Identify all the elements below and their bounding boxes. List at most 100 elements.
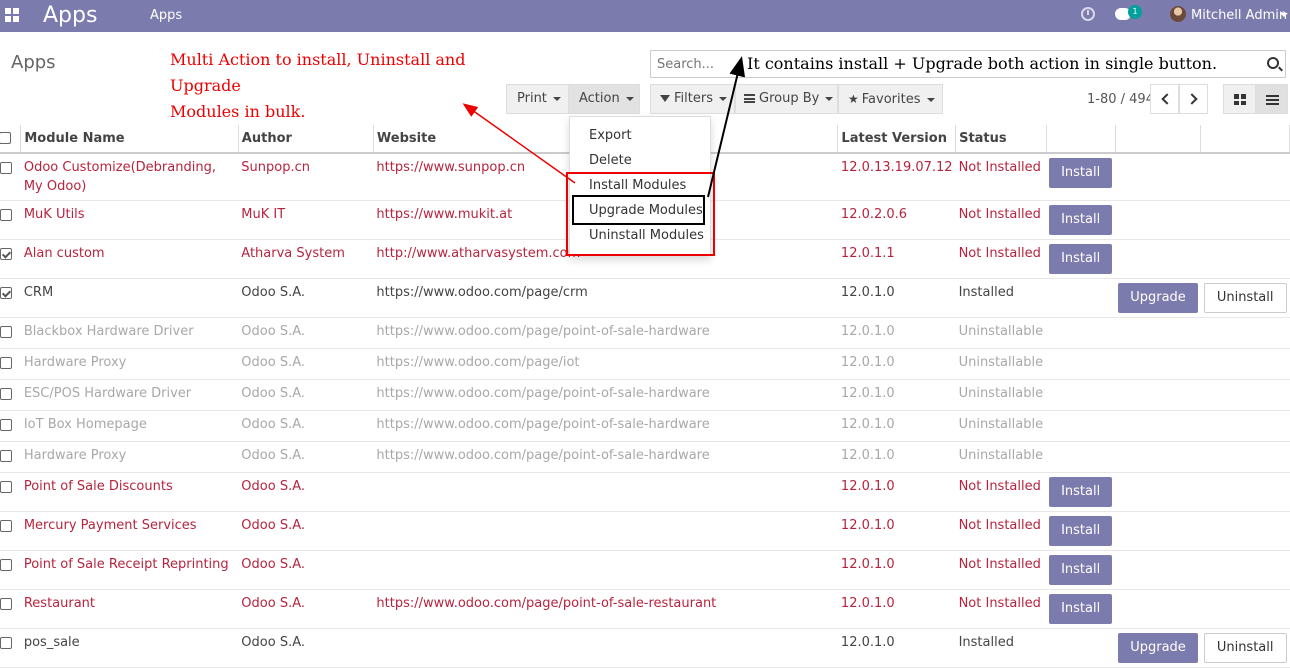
author-cell[interactable]: Odoo S.A. — [238, 472, 374, 512]
module-name-cell[interactable]: Point of Sale Discounts — [20, 472, 239, 512]
module-name-cell[interactable]: Hardware Proxy — [20, 441, 239, 473]
row-select-cell[interactable] — [0, 153, 21, 201]
author-cell[interactable]: Sunpop.cn — [238, 153, 374, 201]
status-cell[interactable]: Uninstallable — [955, 441, 1047, 473]
author-cell[interactable]: Odoo S.A. — [238, 550, 374, 590]
row-checkbox[interactable] — [0, 419, 12, 431]
table-row[interactable]: ESC/POS Hardware Driver Odoo S.A. https://… — [0, 379, 1290, 411]
row-checkbox[interactable] — [0, 388, 12, 400]
user-chevron-down-icon[interactable] — [1280, 13, 1288, 17]
module-name-cell[interactable]: Mercury Payment Services — [20, 511, 239, 551]
version-cell[interactable]: 12.0.1.0 — [837, 472, 956, 512]
version-cell[interactable]: 12.0.1.1 — [837, 239, 956, 279]
list-view-button[interactable] — [1255, 84, 1288, 114]
print-button[interactable]: Print — [506, 84, 569, 114]
apps-grid-icon[interactable] — [5, 8, 19, 22]
module-name-cell[interactable]: IoT Box Homepage — [20, 410, 239, 442]
install-button[interactable]: Install — [1049, 477, 1113, 507]
version-cell[interactable]: 12.0.1.0 — [837, 410, 956, 442]
row-select-cell[interactable] — [0, 200, 21, 240]
uninstall-button[interactable]: Uninstall — [1203, 283, 1287, 313]
status-cell[interactable]: Not Installed — [955, 239, 1047, 279]
module-name-cell[interactable]: Alan custom — [20, 239, 239, 279]
row-select-cell[interactable] — [0, 379, 21, 411]
status-cell[interactable]: Not Installed — [955, 589, 1047, 629]
row-select-cell[interactable] — [0, 239, 21, 279]
module-name-cell[interactable]: pos_sale — [20, 628, 239, 668]
menu-item-delete[interactable]: Delete — [589, 153, 632, 168]
module-name-cell[interactable]: Blackbox Hardware Driver — [20, 317, 239, 349]
install-button[interactable]: Install — [1049, 594, 1113, 624]
author-cell[interactable]: Odoo S.A. — [238, 511, 374, 551]
row-select-cell[interactable] — [0, 348, 21, 380]
row-select-cell[interactable] — [0, 628, 21, 668]
website-cell[interactable]: https://www.odoo.com/page/point-of-sale-… — [373, 410, 838, 442]
table-row[interactable]: CRM Odoo S.A. https://www.odoo.com/page/cr… — [0, 278, 1290, 318]
version-cell[interactable]: 12.0.1.0 — [837, 550, 956, 590]
status-cell[interactable]: Installed — [955, 278, 1047, 318]
version-cell[interactable]: 12.0.1.0 — [837, 278, 956, 318]
app-brand[interactable]: Apps — [43, 3, 97, 28]
author-cell[interactable]: Odoo S.A. — [238, 379, 374, 411]
module-name-cell[interactable]: Odoo Customize(Debranding, My Odoo) — [20, 153, 239, 201]
author-cell[interactable]: Odoo S.A. — [238, 441, 374, 473]
row-select-cell[interactable] — [0, 317, 21, 349]
row-checkbox[interactable] — [0, 637, 12, 649]
website-cell[interactable]: https://www.odoo.com/page/point-of-sale-… — [373, 379, 838, 411]
author-cell[interactable]: Odoo S.A. — [238, 348, 374, 380]
table-row[interactable]: pos_sale Odoo S.A. 12.0.1.0 Installed Upgrad… — [0, 628, 1290, 668]
status-cell[interactable]: Uninstallable — [955, 410, 1047, 442]
module-name-cell[interactable]: Point of Sale Receipt Reprinting — [20, 550, 239, 590]
website-cell[interactable]: https://www.odoo.com/page/crm — [373, 278, 838, 318]
status-cell[interactable]: Not Installed — [955, 511, 1047, 551]
upgrade-button[interactable]: Upgrade — [1118, 633, 1198, 663]
status-cell[interactable]: Uninstallable — [955, 379, 1047, 411]
table-row[interactable]: Restaurant Odoo S.A. https://www.odoo.com/… — [0, 589, 1290, 629]
row-select-cell[interactable] — [0, 589, 21, 629]
table-row[interactable]: Hardware Proxy Odoo S.A. https://www.odoo.… — [0, 441, 1290, 473]
install-button[interactable]: Install — [1049, 516, 1113, 546]
version-cell[interactable]: 12.0.1.0 — [837, 441, 956, 473]
table-row[interactable]: Hardware Proxy Odoo S.A. https://www.odoo.… — [0, 348, 1290, 380]
status-cell[interactable]: Uninstallable — [955, 317, 1047, 349]
row-checkbox[interactable] — [0, 326, 12, 338]
select-all-checkbox[interactable] — [0, 131, 11, 144]
row-select-cell[interactable] — [0, 511, 21, 551]
row-select-cell[interactable] — [0, 278, 21, 318]
version-cell[interactable]: 12.0.1.0 — [837, 589, 956, 629]
user-menu[interactable]: Mitchell Admin — [1191, 8, 1287, 23]
version-cell[interactable]: 12.0.2.0.6 — [837, 200, 956, 240]
version-cell[interactable]: 12.0.13.19.07.12 — [837, 153, 956, 201]
module-name-cell[interactable]: ESC/POS Hardware Driver — [20, 379, 239, 411]
website-cell[interactable] — [373, 550, 838, 590]
website-cell[interactable] — [373, 472, 838, 512]
status-cell[interactable]: Not Installed — [955, 200, 1047, 240]
avatar[interactable] — [1170, 6, 1186, 22]
install-button[interactable]: Install — [1049, 158, 1113, 188]
website-cell[interactable]: https://www.odoo.com/page/point-of-sale-… — [373, 589, 838, 629]
table-row[interactable]: Blackbox Hardware Driver Odoo S.A. https:/… — [0, 317, 1290, 349]
author-cell[interactable]: Odoo S.A. — [238, 278, 374, 318]
table-row[interactable]: Point of Sale Receipt Reprinting Odoo S.A… — [0, 550, 1290, 590]
row-checkbox[interactable] — [0, 598, 12, 610]
website-cell[interactable]: https://www.odoo.com/page/point-of-sale-… — [373, 317, 838, 349]
row-checkbox[interactable] — [0, 357, 12, 369]
version-cell[interactable]: 12.0.1.0 — [837, 348, 956, 380]
row-checkbox[interactable] — [0, 209, 12, 221]
menu-item-export[interactable]: Export — [589, 128, 632, 143]
kanban-view-button[interactable] — [1223, 84, 1256, 114]
upgrade-button[interactable]: Upgrade — [1118, 283, 1198, 313]
install-button[interactable]: Install — [1049, 205, 1113, 235]
status-cell[interactable]: Installed — [955, 628, 1047, 668]
header-module-name[interactable]: Module Name — [20, 125, 239, 154]
website-cell[interactable]: https://www.odoo.com/page/iot — [373, 348, 838, 380]
header-status[interactable]: Status — [955, 125, 1047, 154]
filters-button[interactable]: Filters — [650, 84, 735, 114]
header-select-all[interactable] — [0, 125, 22, 154]
website-cell[interactable]: https://www.odoo.com/page/point-of-sale-… — [373, 441, 838, 473]
favorites-button[interactable]: ★ Favorites — [838, 84, 943, 114]
row-checkbox[interactable] — [0, 559, 12, 571]
pager-previous-button[interactable] — [1150, 84, 1179, 114]
status-cell[interactable]: Not Installed — [955, 472, 1047, 512]
row-checkbox[interactable] — [0, 520, 12, 532]
